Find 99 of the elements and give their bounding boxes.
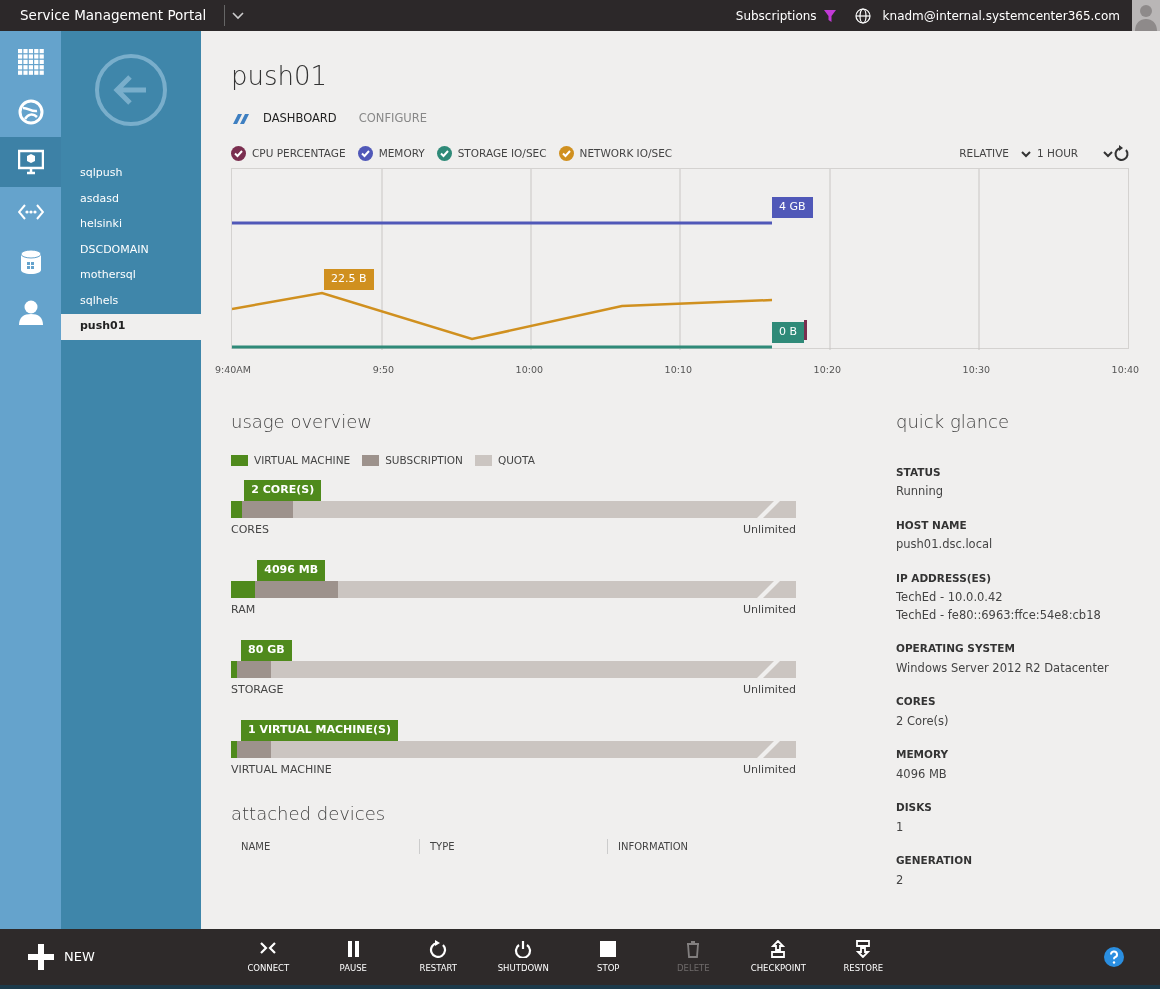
field-value: TechEd - fe80::6963:ffce:54e8:cb18: [896, 606, 1102, 624]
axis-label: 9:50: [372, 363, 394, 378]
new-button[interactable]: NEW: [28, 944, 95, 970]
connect-button[interactable]: CONNECT: [225, 939, 311, 975]
field-label: OPERATING SYSTEM: [896, 640, 1016, 656]
filter-icon[interactable]: [822, 8, 837, 23]
legend-checkbox[interactable]: [436, 146, 452, 162]
usage-tag: 1 VIRTUAL MACHINE(S): [241, 720, 399, 741]
time-range-dropdown[interactable]: 1 HOUR: [1037, 145, 1103, 162]
section-heading: usage overview: [231, 409, 373, 434]
checkpoint-icon: [769, 939, 788, 958]
user-email[interactable]: knadm@internal.systemcenter365.com: [882, 6, 1120, 25]
legend-label: CPU PERCENTAGE: [252, 145, 346, 161]
legend-label: SUBSCRIPTION: [385, 452, 463, 468]
legend-checkbox[interactable]: [558, 146, 574, 162]
sidebar-item[interactable]: helsinki: [61, 212, 201, 238]
legend-label: NETWORK IO/SEC: [579, 145, 673, 161]
field-value: 2 Core(s): [896, 712, 950, 730]
column-header: NAME: [240, 840, 272, 855]
scale-break-icon: [757, 580, 780, 598]
stop-icon: [599, 939, 618, 958]
sidebar-item[interactable]: sqlpush: [61, 161, 201, 187]
tab[interactable]: DASHBOARD: [263, 110, 337, 128]
subscriptions-link[interactable]: Subscriptions: [735, 6, 817, 25]
section-heading: quick glance: [896, 409, 1011, 434]
chevron-down-icon[interactable]: [1103, 149, 1113, 158]
usage-label: VIRTUAL MACHINE: [231, 761, 332, 778]
usage-limit: Unlimited: [743, 681, 796, 698]
field-value: TechEd - 10.0.0.42: [896, 589, 1004, 607]
axis-label: 10:40: [1111, 363, 1139, 378]
sidebar-item[interactable]: sqlhels: [61, 288, 201, 314]
legend-label: QUOTA: [497, 452, 535, 468]
field-value: 2: [896, 871, 905, 889]
scale-break-icon: [757, 740, 780, 758]
axis-label: 10:20: [813, 363, 841, 378]
shutdown-icon: [514, 939, 533, 958]
chevron-down-icon[interactable]: [1021, 149, 1031, 158]
sidebar-item[interactable]: push01: [61, 314, 201, 340]
grid-icon[interactable]: [17, 49, 44, 75]
legend-checkbox[interactable]: [357, 146, 373, 162]
field-value: push01.dsc.local: [896, 536, 994, 554]
field-value: 4096 MB: [896, 765, 948, 783]
field-label: IP ADDRESS(ES): [896, 570, 993, 586]
field-label: GENERATION: [896, 852, 973, 868]
globe-icon[interactable]: [854, 7, 871, 24]
usage-tag: 2 CORE(S): [244, 480, 322, 501]
field-value: Windows Server 2012 R2 Datacenter: [896, 659, 1109, 677]
usage-label: CORES: [231, 521, 269, 538]
chevron-down-icon[interactable]: [231, 10, 246, 21]
monitor-icon[interactable]: [17, 149, 44, 175]
section-heading: attached devices: [231, 802, 387, 827]
refresh-icon[interactable]: [1113, 145, 1129, 163]
restart-button[interactable]: RESTART: [395, 939, 481, 975]
relative-label[interactable]: RELATIVE: [959, 145, 1009, 162]
legend-checkbox[interactable]: [231, 146, 246, 162]
restore-icon: [854, 939, 873, 958]
scale-break-icon: [757, 660, 780, 678]
field-label: MEMORY: [896, 746, 950, 762]
restore-button[interactable]: RESTORE: [820, 939, 906, 975]
usage-label: RAM: [231, 601, 256, 618]
usage-label: STORAGE: [231, 681, 284, 698]
field-value: 1: [896, 818, 905, 836]
axis-label: 10:00: [515, 363, 543, 378]
value-callout: 22.5 B: [324, 269, 374, 290]
column-header: TYPE: [419, 839, 607, 855]
field-label: CORES: [896, 693, 937, 709]
usage-limit: Unlimited: [743, 601, 796, 618]
legend-label: STORAGE IO/SEC: [457, 145, 547, 161]
usage-limit: Unlimited: [743, 761, 796, 778]
portal-title: Service Management Portal: [0, 5, 226, 26]
shutdown-button[interactable]: SHUTDOWN: [480, 939, 566, 975]
axis-label: 9:40AM: [215, 363, 252, 378]
legend-label: VIRTUAL MACHINE: [254, 452, 351, 468]
sidebar-item[interactable]: mothersql: [61, 263, 201, 289]
column-header: INFORMATION: [607, 839, 795, 855]
axis-label: 10:10: [664, 363, 692, 378]
usage-limit: Unlimited: [743, 521, 796, 538]
value-callout: 0 B: [772, 322, 805, 343]
sidebar-item[interactable]: asdasd: [61, 186, 201, 212]
field-label: DISKS: [896, 799, 933, 815]
value-callout: 4 GB: [772, 197, 813, 218]
restart-icon: [429, 939, 448, 958]
cpu-marker: [804, 320, 807, 341]
sidebar-item[interactable]: DSCDOMAIN: [61, 237, 201, 263]
usage-tag: 4096 MB: [257, 560, 326, 581]
field-label: STATUS: [896, 464, 942, 480]
axis-label: 10:30: [962, 363, 990, 378]
pause-button[interactable]: PAUSE: [310, 939, 396, 975]
user-icon[interactable]: [17, 299, 44, 325]
plus-icon: [28, 944, 54, 970]
usage-tag: 80 GB: [241, 640, 292, 661]
stop-button[interactable]: STOP: [565, 939, 651, 975]
field-label: HOST NAME: [896, 517, 968, 533]
help-icon[interactable]: [1104, 947, 1124, 967]
legend-label: MEMORY: [378, 145, 425, 161]
scale-break-icon: [757, 500, 780, 518]
page-title: push01: [231, 60, 329, 93]
checkpoint-button[interactable]: CHECKPOINT: [735, 939, 821, 975]
field-value: Running: [896, 483, 945, 501]
